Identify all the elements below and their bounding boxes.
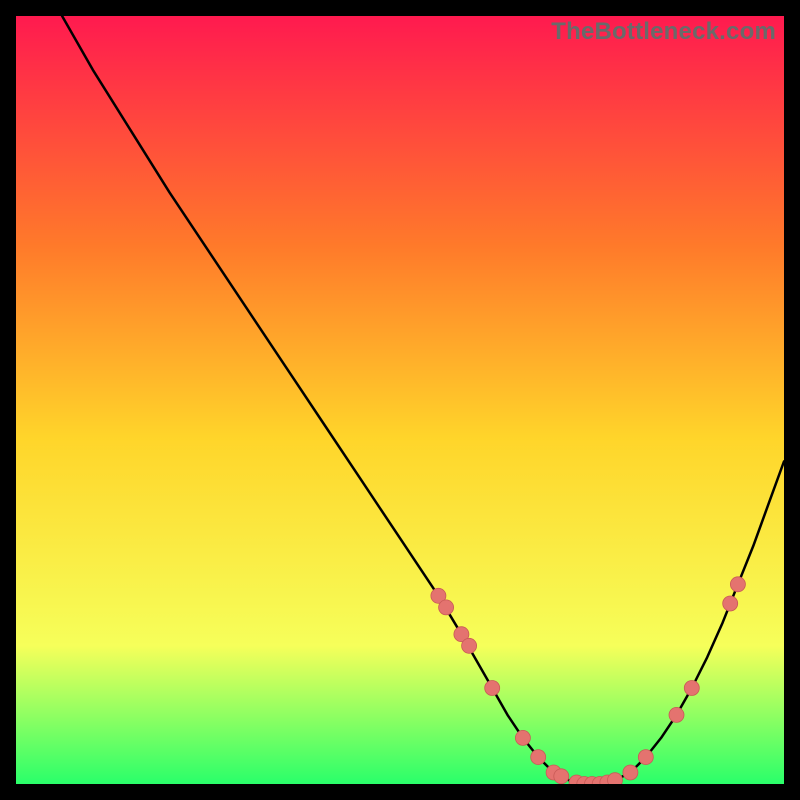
- chart-frame: TheBottleneck.com: [16, 16, 784, 784]
- data-marker: [684, 681, 699, 696]
- data-marker: [531, 750, 546, 765]
- watermark-text: TheBottleneck.com: [551, 18, 776, 46]
- data-marker: [439, 600, 454, 615]
- data-marker: [515, 730, 530, 745]
- data-marker: [623, 765, 638, 780]
- data-marker: [608, 773, 623, 784]
- data-marker: [669, 707, 684, 722]
- data-marker: [462, 638, 477, 653]
- data-marker: [554, 769, 569, 784]
- data-marker: [485, 681, 500, 696]
- bottleneck-chart: [16, 16, 784, 784]
- data-marker: [723, 596, 738, 611]
- data-marker: [638, 750, 653, 765]
- data-marker: [730, 577, 745, 592]
